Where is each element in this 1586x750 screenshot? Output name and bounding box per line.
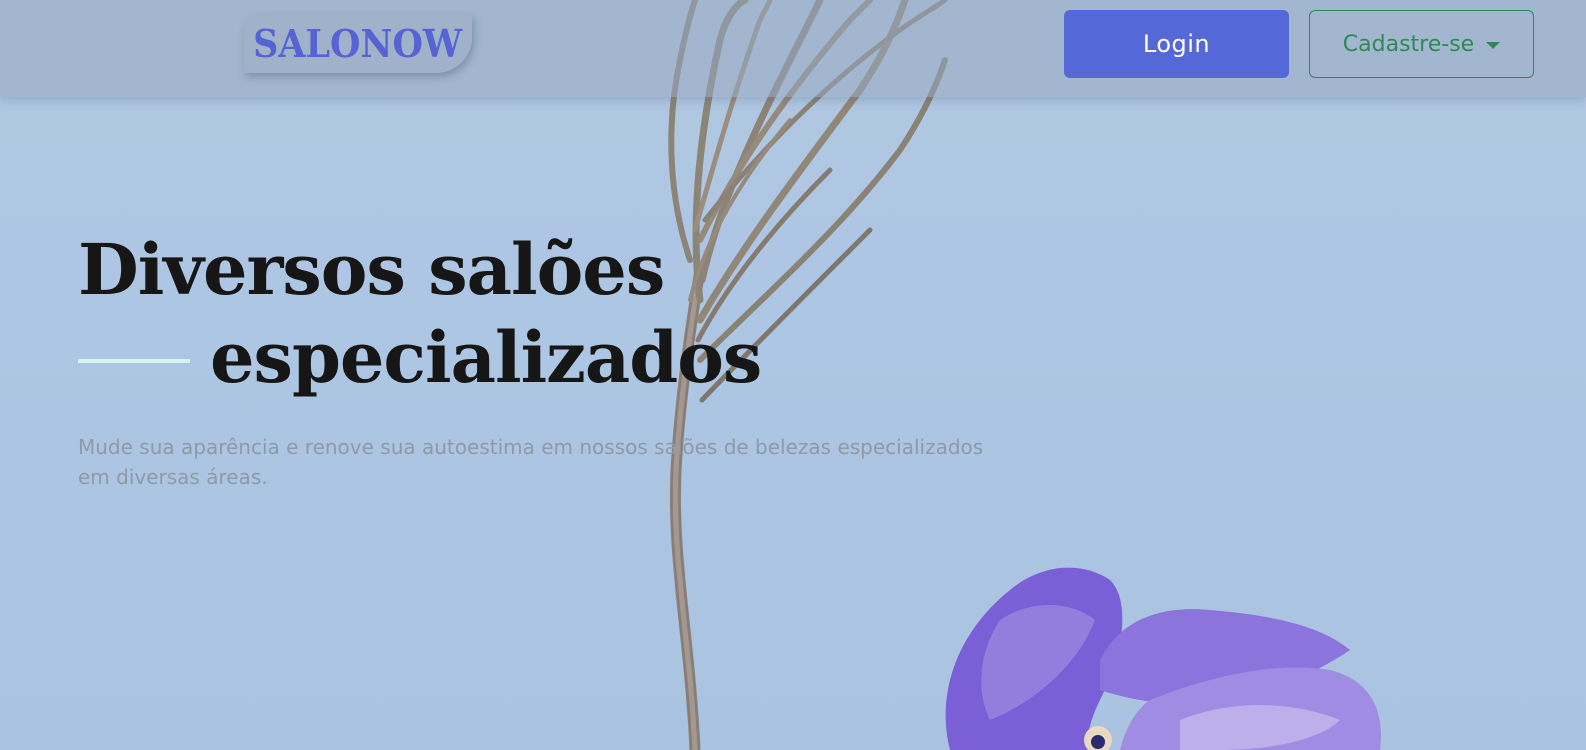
hero-title-line2: especializados [210, 316, 762, 399]
orchid-flower-image [945, 567, 1381, 750]
login-button-label: Login [1142, 30, 1211, 58]
login-button[interactable]: Login [1064, 10, 1289, 78]
hero-title-line1: Diversos salões [78, 228, 665, 311]
signup-dropdown-button[interactable]: Cadastre-se [1309, 10, 1534, 78]
signup-button-label: Cadastre-se [1342, 31, 1475, 57]
logo-text: SALONOW [253, 21, 463, 66]
hero-title-line2-wrap: especializados [78, 314, 762, 402]
site-header: SALONOW Login Cadastre-se [0, 0, 1586, 97]
landing-page: SALONOW Login Cadastre-se Diversos salõe… [0, 0, 1586, 750]
chevron-down-icon [1486, 41, 1501, 49]
site-logo[interactable]: SALONOW [244, 14, 472, 73]
title-divider [78, 359, 190, 363]
hero-title: Diversos salões especializados [78, 226, 762, 402]
hero-subtitle: Mude sua aparência e renove sua autoesti… [78, 435, 984, 489]
